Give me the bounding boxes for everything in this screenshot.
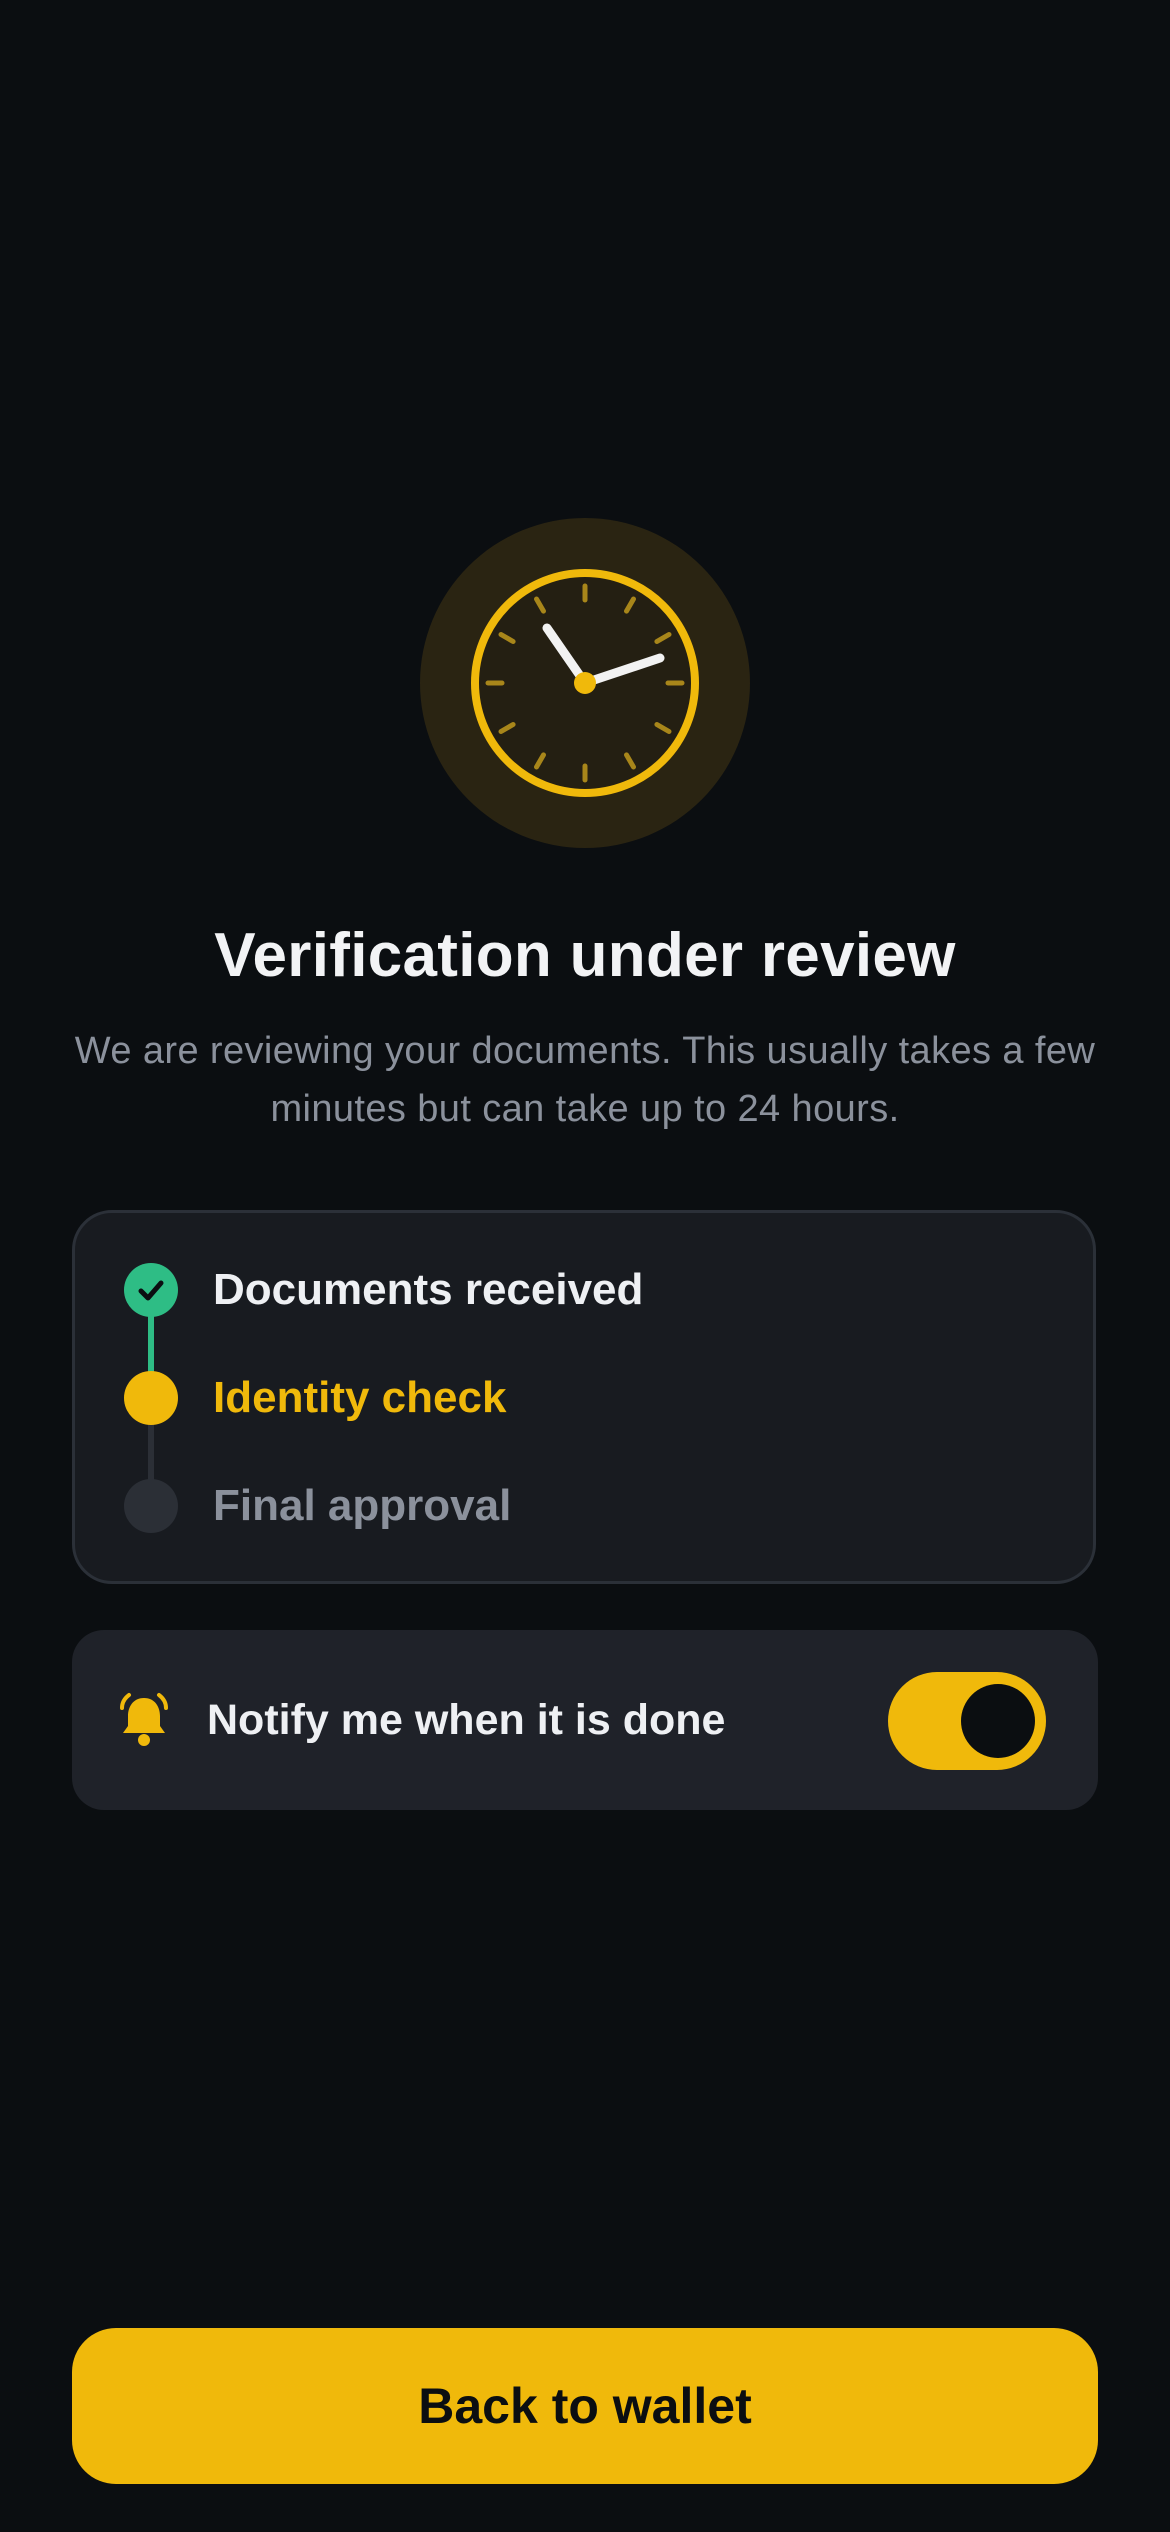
step-done-indicator (124, 1263, 178, 1317)
step-current-indicator (124, 1371, 178, 1425)
toggle-knob (961, 1684, 1035, 1758)
page-title: Verification under review (214, 921, 956, 990)
check-icon (138, 1280, 164, 1301)
step-label-documents-received: Documents received (213, 1265, 644, 1314)
notify-row: Notify me when it is done (72, 1630, 1098, 1810)
page-subtitle: We are reviewing your documents. This us… (74, 1030, 1096, 1130)
bell-icon (120, 1693, 168, 1746)
clock-icon (420, 518, 750, 848)
notify-label: Notify me when it is done (207, 1696, 726, 1744)
step-pending-indicator (124, 1479, 178, 1533)
back-to-wallet-button[interactable]: Back to wallet (72, 2328, 1098, 2484)
verification-steps-card: Documents received Identity check Final … (72, 1210, 1096, 1584)
step-label-identity-check: Identity check (213, 1373, 507, 1422)
notify-toggle[interactable] (888, 1672, 1046, 1770)
step-label-final-approval: Final approval (213, 1481, 512, 1530)
